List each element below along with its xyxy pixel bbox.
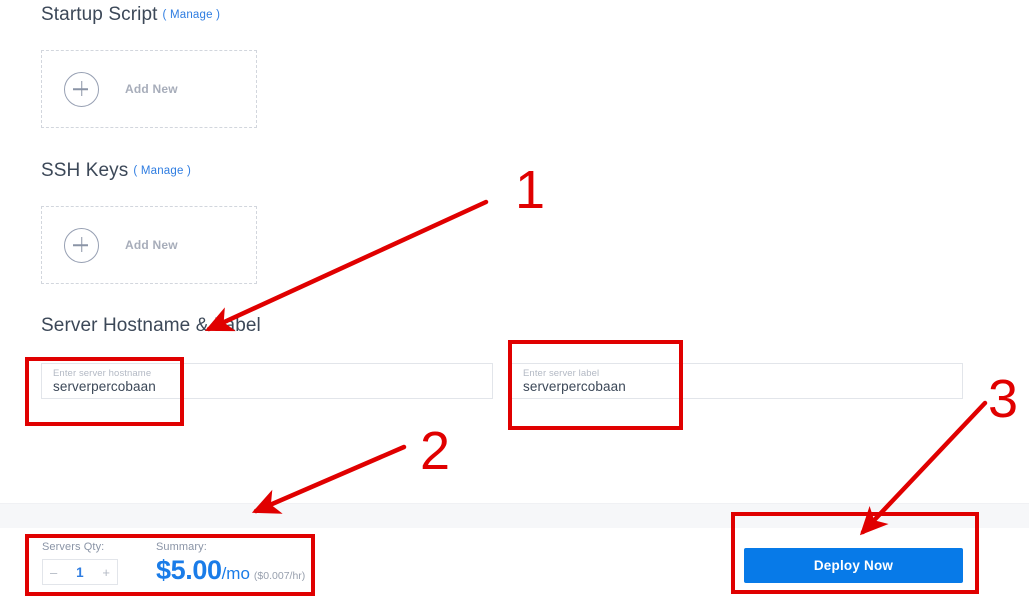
ssh-keys-title: SSH Keys bbox=[41, 160, 129, 181]
startup-script-add-new-label: Add New bbox=[125, 82, 178, 96]
quantity-value: 1 bbox=[76, 564, 84, 580]
server-hostname-label-title: Server Hostname & Label bbox=[41, 315, 261, 336]
summary-caption: Summary: bbox=[156, 541, 207, 553]
plus-icon bbox=[64, 71, 99, 107]
summary-block: Summary: $5.00 /mo ($0.007/hr) bbox=[156, 541, 305, 586]
startup-script-title: Startup Script bbox=[41, 4, 158, 25]
server-hostname-value: serverpercobaan bbox=[53, 378, 156, 394]
servers-qty-caption: Servers Qty: bbox=[42, 541, 105, 553]
price-hourly: ($0.007/hr) bbox=[253, 570, 306, 582]
ssh-keys-add-new-card[interactable]: Add New bbox=[41, 206, 257, 284]
servers-qty-block: Servers Qty: – 1 + bbox=[42, 541, 118, 585]
annotation-marker-3: 3 bbox=[988, 369, 1019, 429]
annotation-marker-1: 1 bbox=[515, 160, 546, 220]
deploy-now-button[interactable]: Deploy Now bbox=[744, 548, 963, 583]
server-hostname-label-heading: Server Hostname & Label bbox=[41, 315, 261, 337]
startup-script-add-new-card[interactable]: Add New bbox=[41, 50, 257, 128]
deploy-server-page: Startup Script ( Manage ) Add New SSH Key… bbox=[0, 0, 1029, 596]
price-period: /mo bbox=[221, 564, 250, 583]
startup-script-heading: Startup Script ( Manage ) bbox=[41, 4, 220, 26]
ssh-keys-add-new-label: Add New bbox=[125, 238, 178, 252]
quantity-increment-button[interactable]: + bbox=[102, 566, 110, 579]
startup-script-manage-link[interactable]: ( Manage ) bbox=[163, 9, 221, 21]
footer-divider-strip bbox=[0, 503, 1029, 528]
ssh-keys-heading: SSH Keys ( Manage ) bbox=[41, 160, 191, 182]
ssh-keys-manage-link[interactable]: ( Manage ) bbox=[133, 165, 191, 177]
annotation-marker-2: 2 bbox=[420, 421, 451, 481]
server-label-placeholder: Enter server label bbox=[523, 367, 600, 379]
server-hostname-input[interactable]: Enter server hostname serverpercobaan bbox=[41, 363, 493, 399]
price-row: $5.00 /mo ($0.007/hr) bbox=[156, 555, 305, 586]
server-label-input[interactable]: Enter server label serverpercobaan bbox=[511, 363, 963, 399]
quantity-stepper[interactable]: – 1 + bbox=[42, 559, 118, 585]
plus-icon bbox=[64, 227, 99, 263]
server-label-value: serverpercobaan bbox=[523, 378, 626, 394]
quantity-decrement-button[interactable]: – bbox=[50, 566, 57, 579]
price-monthly: $5.00 bbox=[156, 555, 222, 585]
server-hostname-placeholder: Enter server hostname bbox=[53, 367, 152, 379]
